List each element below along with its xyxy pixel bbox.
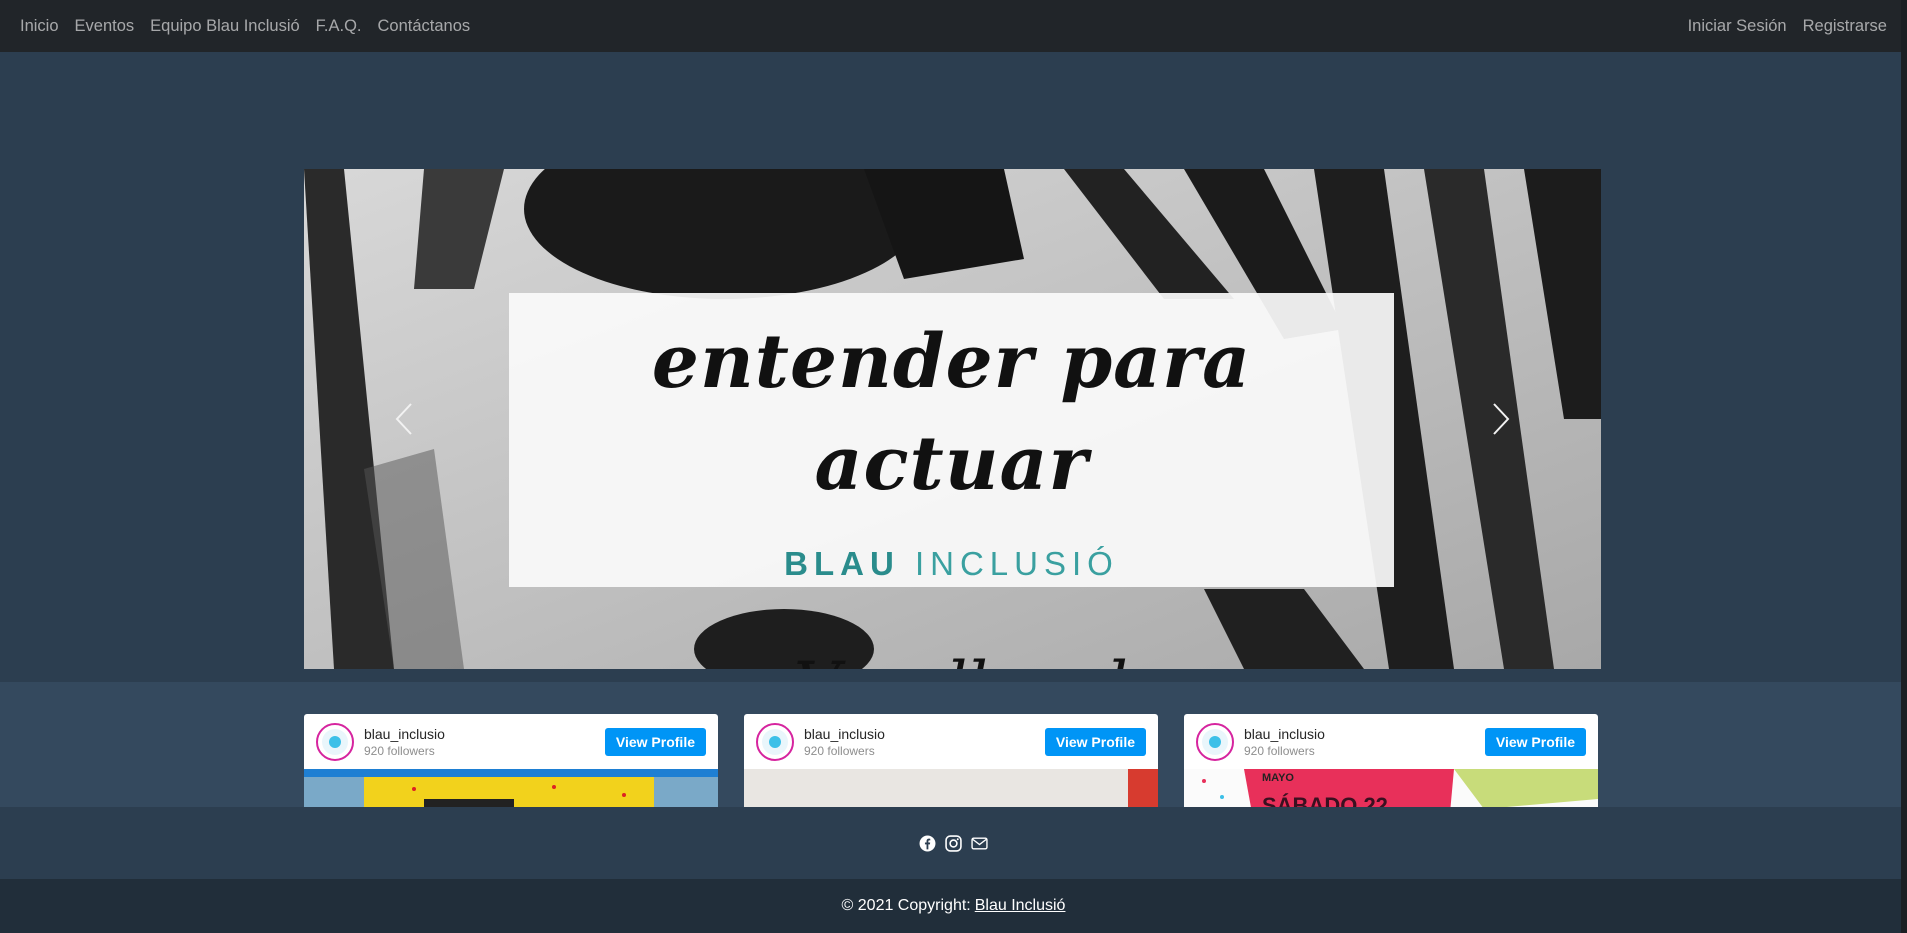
card-header: blau_inclusio 920 followers View Profile [1184, 714, 1598, 769]
chevron-left-icon [395, 403, 412, 435]
post-thumbnail[interactable] [744, 769, 1158, 807]
page-scrollbar[interactable] [1901, 0, 1907, 933]
slogan-line-1: entender para [651, 319, 1252, 405]
follower-count: 920 followers [804, 743, 875, 758]
facebook-icon[interactable] [919, 835, 936, 852]
instagram-card: blau_inclusio 920 followers View Profile… [1184, 714, 1598, 807]
post-day: SÁBADO 22 [1262, 793, 1388, 807]
copyright-text: © 2021 Copyright: [841, 897, 971, 914]
nav-link-equipo[interactable]: Equipo Blau Inclusió [142, 17, 308, 36]
social-links [0, 807, 1907, 879]
nav-link-inicio[interactable]: Inicio [12, 17, 67, 36]
slogan-line-2: actuar [814, 421, 1089, 507]
slogan-banner: entender para actuar BLAU INCLUSIÓ [509, 293, 1394, 587]
view-profile-button[interactable]: View Profile [604, 728, 706, 756]
card-header: blau_inclusio 920 followers View Profile [304, 714, 718, 769]
profile-meta: blau_inclusio 920 followers [364, 726, 445, 758]
view-profile-button[interactable]: View Profile [1484, 728, 1586, 756]
nav-link-eventos[interactable]: Eventos [67, 17, 143, 36]
image-carousel[interactable]: entender para actuar BLAU INCLUSIÓ Vocal… [304, 169, 1601, 669]
register-link[interactable]: Registrarse [1795, 17, 1895, 36]
login-link[interactable]: Iniciar Sesión [1680, 17, 1795, 36]
navbar: Inicio Eventos Equipo Blau Inclusió F.A.… [0, 0, 1907, 52]
post-thumbnail[interactable] [304, 769, 718, 807]
nav-link-faq[interactable]: F.A.Q. [308, 17, 370, 36]
copyright-bar: © 2021 Copyright: Blau Inclusió [0, 879, 1907, 933]
post-month: MAYO [1262, 772, 1294, 784]
carousel-prev-button[interactable] [384, 389, 424, 449]
instagram-card: blau_inclusio 920 followers View Profile [744, 714, 1158, 807]
partial-caption: Vocalla... la... [794, 649, 1227, 669]
username[interactable]: blau_inclusio [364, 726, 445, 742]
instagram-icon[interactable] [945, 834, 962, 852]
view-profile-button[interactable]: View Profile [1044, 728, 1146, 756]
chevron-right-icon [1493, 403, 1510, 435]
instagram-feed: blau_inclusio 920 followers View Profile… [0, 682, 1907, 807]
post-thumbnail[interactable]: MAYO SÁBADO 22 [1184, 769, 1598, 807]
brand-wordmark: BLAU INCLUSIÓ [509, 545, 1394, 583]
follower-count: 920 followers [364, 743, 435, 758]
avatar[interactable] [316, 722, 354, 761]
hero-section: entender para actuar BLAU INCLUSIÓ Vocal… [0, 52, 1907, 682]
nav-link-contactanos[interactable]: Contáctanos [370, 17, 479, 36]
brand-light: INCLUSIÓ [914, 545, 1119, 582]
profile-meta: blau_inclusio 920 followers [1244, 726, 1325, 758]
instagram-card: blau_inclusio 920 followers View Profile [304, 714, 718, 807]
brand-bold: BLAU [784, 545, 900, 582]
username[interactable]: blau_inclusio [1244, 726, 1325, 742]
username[interactable]: blau_inclusio [804, 726, 885, 742]
envelope-icon[interactable] [971, 835, 988, 852]
profile-meta: blau_inclusio 920 followers [804, 726, 885, 758]
nav-right: Iniciar Sesión Registrarse [1680, 17, 1895, 36]
copyright-brand-link[interactable]: Blau Inclusió [975, 897, 1066, 915]
follower-count: 920 followers [1244, 743, 1315, 758]
card-header: blau_inclusio 920 followers View Profile [744, 714, 1158, 769]
avatar[interactable] [1196, 722, 1234, 761]
avatar[interactable] [756, 722, 794, 761]
carousel-next-button[interactable] [1481, 389, 1521, 449]
nav-left: Inicio Eventos Equipo Blau Inclusió F.A.… [12, 17, 478, 36]
